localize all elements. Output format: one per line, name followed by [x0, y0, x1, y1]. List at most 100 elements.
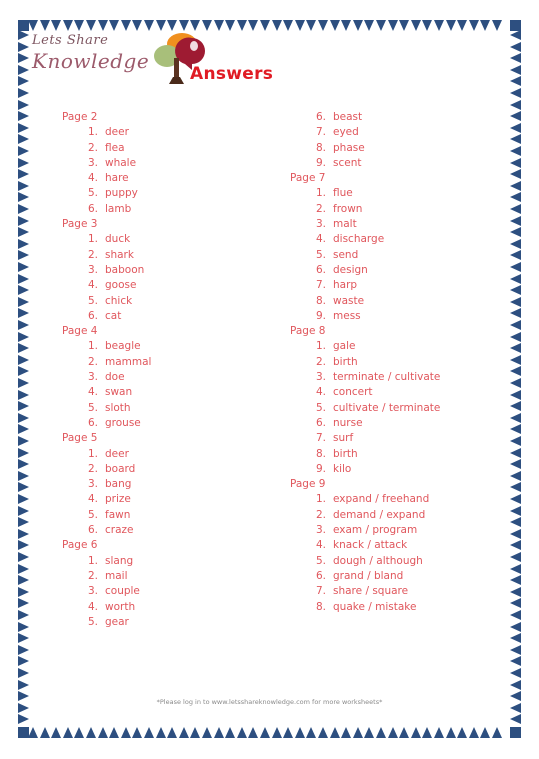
- worksheet-page: Lets Share Knowledge Answers Page 2 1. dee…: [0, 0, 539, 759]
- border-triangle: [510, 215, 521, 226]
- border-triangle: [167, 727, 178, 738]
- border-triangle: [457, 727, 468, 738]
- border-triangle: [236, 727, 247, 738]
- answer-text: flea: [105, 141, 125, 154]
- border-triangle: [510, 88, 521, 98]
- border-triangle: [132, 727, 143, 738]
- border-triangle: [510, 436, 521, 446]
- answer-row: 9. kilo: [290, 462, 510, 477]
- answer-row: 3. bang: [62, 477, 262, 492]
- border-triangle: [28, 727, 38, 738]
- answer-text: whale: [105, 156, 137, 169]
- border-triangle: [510, 505, 521, 516]
- border-triangle: [18, 494, 29, 504]
- answer-text: doe: [105, 371, 125, 384]
- border-triangle: [18, 586, 29, 597]
- border-triangle: [468, 727, 479, 738]
- border-triangle: [18, 528, 29, 539]
- answer-row: 5. gear: [62, 615, 262, 630]
- answer-text: terminate / cultivate: [333, 371, 441, 384]
- border-triangle: [510, 76, 521, 87]
- border-triangle: [18, 273, 29, 284]
- answer-text: mammal: [105, 355, 152, 368]
- border-triangle: [510, 563, 521, 574]
- answer-row: 5. puppy: [62, 186, 262, 201]
- border-triangle: [18, 215, 29, 226]
- answer-row: 2. frown: [290, 202, 510, 217]
- answer-number: 2.: [315, 508, 326, 521]
- border-triangle: [18, 354, 29, 365]
- border-triangle: [18, 169, 29, 180]
- border-triangle: [18, 598, 29, 609]
- answer-number: 2.: [87, 248, 98, 261]
- answer-text: discharge: [333, 233, 385, 246]
- answer-row: 4. concert: [290, 385, 510, 400]
- border-triangle: [18, 146, 29, 156]
- border-triangle: [510, 134, 521, 145]
- border-triangle: [510, 366, 521, 377]
- answer-text: gale: [333, 340, 356, 353]
- border-triangle: [18, 227, 29, 238]
- answer-row: 3. terminate / cultivate: [290, 370, 510, 385]
- answer-text: beast: [333, 111, 363, 123]
- answer-text: lamb: [105, 202, 132, 215]
- border-triangle: [18, 552, 29, 562]
- border-triangle: [18, 180, 29, 191]
- answer-text: quake / mistake: [333, 600, 417, 613]
- border-triangle: [510, 482, 521, 493]
- border-triangle: [18, 459, 29, 470]
- answer-number: 4.: [315, 386, 326, 399]
- answer-row: 2. shark: [62, 248, 262, 263]
- border-triangle: [510, 424, 521, 435]
- answer-row: 4. discharge: [290, 232, 510, 247]
- border-triangle: [18, 436, 29, 446]
- border-edge-right: [510, 30, 521, 728]
- border-triangle: [399, 727, 410, 738]
- border-triangle: [510, 470, 521, 481]
- answer-number: 8.: [315, 294, 326, 307]
- answer-text: nurse: [333, 416, 363, 429]
- answer-number: 6.: [87, 524, 98, 537]
- answer-row: 2. demand / expand: [290, 508, 510, 523]
- answer-text: bang: [105, 478, 132, 491]
- answer-text: mail: [105, 569, 128, 582]
- page-section-heading: Page 4: [62, 325, 98, 338]
- answer-row: 1. beagle: [62, 339, 262, 354]
- answer-number: 6.: [315, 569, 326, 582]
- answer-number: 3.: [87, 156, 98, 169]
- border-triangle: [18, 656, 29, 667]
- page-section-heading: Page 8: [290, 325, 326, 338]
- border-triangle: [480, 727, 491, 738]
- answer-text: send: [333, 248, 359, 261]
- answer-row: 8. phase: [290, 141, 510, 156]
- answer-number: 1.: [87, 233, 98, 246]
- border-triangle: [18, 122, 29, 133]
- border-triangle: [341, 727, 352, 738]
- border-triangle: [510, 412, 521, 423]
- border-triangle: [510, 714, 521, 725]
- border-triangle: [18, 447, 29, 458]
- border-triangle: [18, 540, 29, 551]
- answer-number: 8.: [315, 600, 326, 613]
- answer-row: 5. dough / although: [290, 554, 510, 569]
- answer-text: swan: [105, 386, 133, 399]
- border-triangle: [18, 470, 29, 481]
- answer-number: 4.: [315, 233, 326, 246]
- answer-number: 5.: [87, 401, 98, 414]
- border-triangle: [202, 727, 212, 738]
- answer-row: 5. sloth: [62, 401, 262, 416]
- border-triangle: [510, 401, 521, 412]
- answer-number: 5.: [315, 554, 326, 567]
- right-column: 6. beast 7. eyed 8. phase 9. scent Page 7 1. flue 2…: [290, 110, 510, 615]
- answer-text: scent: [333, 156, 362, 169]
- border-triangle: [445, 727, 456, 738]
- border-triangle: [18, 88, 29, 98]
- answer-text: cat: [105, 309, 122, 322]
- answer-text: expand / freehand: [333, 493, 430, 506]
- answer-number: 3.: [315, 524, 326, 537]
- border-triangle: [510, 354, 521, 365]
- answer-row: 6. beast: [290, 110, 510, 125]
- answer-row: 4. prize: [62, 492, 262, 507]
- border-triangle: [510, 146, 521, 156]
- answer-number: 3.: [87, 371, 98, 384]
